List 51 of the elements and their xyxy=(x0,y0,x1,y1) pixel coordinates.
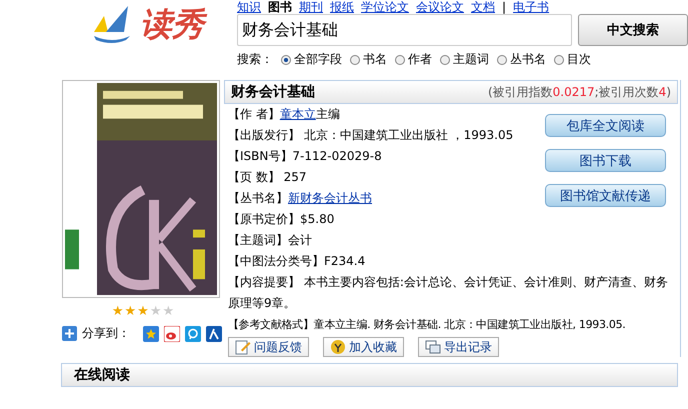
section-title: 在线阅读 xyxy=(74,366,130,384)
nav-separator: | xyxy=(502,0,506,14)
person-icon[interactable] xyxy=(206,326,222,342)
search-field[interactable]: 财务会计基础 xyxy=(237,14,572,46)
star-icon: ★ xyxy=(150,304,162,319)
star-icon: ★ xyxy=(112,304,124,319)
summary-text: 【内容提要】 本书主要内容包括:会计总论、会计凭证、会计准则、财产清查、财务原理等9章。 xyxy=(228,274,669,312)
tool-button[interactable]: 导出记录 xyxy=(418,337,499,357)
field-value: 主编 xyxy=(316,107,340,121)
windows-icon xyxy=(425,339,441,355)
bookmark-icon xyxy=(330,339,346,355)
info-line: 【出版发行】 北京：中国建筑工业出版社 ，1993.05 xyxy=(228,127,514,144)
citation-info: (被引用指数0.0217;被引用次数4) xyxy=(488,84,671,100)
scope-radio[interactable]: 全部字段 xyxy=(281,51,342,68)
nav-tab[interactable]: 图书 xyxy=(268,0,292,14)
tool-button[interactable]: 问题反馈 xyxy=(228,337,309,357)
scope-label: 搜索： xyxy=(237,51,273,68)
scope-radio[interactable]: 作者 xyxy=(395,51,432,68)
info-line: 【参考文献格式】童本立主编. 财务会计基础. 北京：中国建筑工业出版社, 1993.05. xyxy=(228,317,626,333)
book-title: 财务会计基础 xyxy=(231,83,315,101)
action-button[interactable]: 图书馆文献传递 xyxy=(545,184,666,207)
edit-icon xyxy=(235,339,251,355)
star-icon: ★ xyxy=(124,304,136,319)
nav-tab[interactable]: 报纸 xyxy=(330,0,354,14)
info-link[interactable]: 童本立 xyxy=(280,107,316,121)
scope-radio[interactable]: 目次 xyxy=(554,51,591,68)
star-icon: ★ xyxy=(162,304,174,319)
nav-tab[interactable]: 会议论文 xyxy=(416,0,464,14)
star-icon: ★ xyxy=(137,304,149,319)
nav-tab[interactable]: 电子书 xyxy=(513,0,550,14)
action-button[interactable]: 包库全文阅读 xyxy=(545,114,666,137)
search-button[interactable]: 中文搜索 xyxy=(578,14,688,46)
nav-tab[interactable]: 期刊 xyxy=(299,0,323,14)
info-line: 【原书定价】$5.80 xyxy=(228,211,336,228)
info-line: 【中图法分类号】F234.4 xyxy=(228,253,366,270)
scope-radio[interactable]: 书名 xyxy=(350,51,387,68)
field-label: 【丛书名】 xyxy=(228,191,288,205)
info-link[interactable]: 新财务会计丛书 xyxy=(288,191,372,205)
info-line: 【ISBN号】7-112-02029-8 xyxy=(228,148,383,165)
scope-radio[interactable]: 主题词 xyxy=(440,51,489,68)
nav-tab[interactable]: 知识 xyxy=(237,0,261,14)
action-button[interactable]: 图书下载 xyxy=(545,149,666,172)
nav-tab[interactable]: 学位论文 xyxy=(361,0,409,14)
tool-button[interactable]: 加入收藏 xyxy=(323,337,404,357)
plus-icon xyxy=(62,326,77,341)
nav-tab[interactable]: 文档 xyxy=(471,0,495,14)
info-line: 【主题词】会计 xyxy=(228,232,313,249)
share-label: 分享到： xyxy=(82,325,130,342)
scope-radio[interactable]: 丛书名 xyxy=(497,51,546,68)
field-label: 【作 者】 xyxy=(228,107,280,121)
info-line: 【页 数】 257 xyxy=(228,169,308,186)
